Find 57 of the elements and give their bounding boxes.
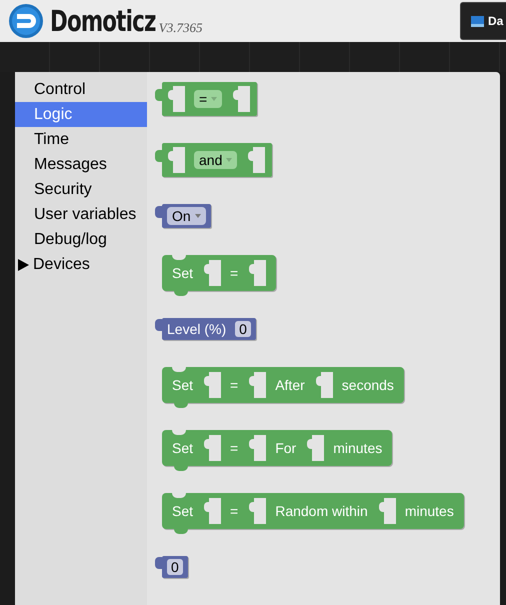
block-label: Set	[172, 503, 194, 519]
number-field[interactable]: 0	[235, 321, 251, 337]
category-item[interactable]: User variables	[15, 202, 147, 227]
input-slot	[202, 498, 222, 524]
category-item[interactable]: Messages	[15, 152, 147, 177]
caret-icon	[211, 97, 218, 101]
nav-button[interactable]: Da	[460, 2, 506, 40]
value-block[interactable]: and	[162, 143, 272, 177]
input-slot	[231, 86, 250, 112]
block-label: For	[275, 440, 296, 456]
monitor-icon	[471, 16, 484, 26]
value-block[interactable]: =	[162, 82, 258, 116]
block-label: Set	[172, 377, 194, 393]
brand-name: Domoticz	[50, 4, 156, 38]
category-item[interactable]: Time	[15, 127, 147, 152]
dropdown[interactable]: and	[194, 151, 238, 169]
category-item[interactable]: Logic	[15, 102, 147, 127]
input-slot	[202, 372, 222, 398]
block-label: Level (%)	[167, 321, 226, 337]
input-slot	[247, 435, 266, 461]
dropdown[interactable]: On	[167, 207, 206, 225]
input-slot	[202, 435, 222, 461]
block-label: minutes	[333, 440, 382, 456]
input-slot	[166, 86, 185, 112]
category-item[interactable]: Devices	[15, 252, 147, 277]
input-slot	[305, 435, 324, 461]
category-item[interactable]: Debug/log	[15, 227, 147, 252]
input-slot	[247, 372, 266, 398]
value-block[interactable]: Level (%) 0	[162, 318, 256, 340]
number-field[interactable]: 0	[167, 559, 183, 575]
caret-icon	[226, 158, 232, 162]
block-label: Set	[172, 265, 194, 281]
input-slot	[166, 147, 185, 173]
category-item[interactable]: Security	[15, 177, 147, 202]
input-slot	[247, 260, 266, 286]
block-label: =	[230, 440, 238, 456]
triangle-icon	[18, 258, 29, 270]
block-label: Random within	[275, 503, 368, 519]
block-label: =	[230, 377, 238, 393]
input-slot	[314, 372, 333, 398]
logo-icon	[8, 3, 44, 39]
input-slot	[246, 147, 266, 173]
input-slot	[247, 498, 266, 524]
block-label: After	[275, 377, 305, 393]
block-label: =	[230, 265, 238, 281]
block-label: seconds	[342, 377, 394, 393]
category-item[interactable]: Control	[15, 77, 147, 102]
block-label: =	[230, 503, 238, 519]
input-slot	[202, 260, 222, 286]
caret-icon	[194, 214, 201, 218]
input-slot	[376, 498, 396, 524]
block-label: Set	[172, 440, 194, 456]
block-label: minutes	[404, 503, 454, 519]
version-label: V3.7365	[158, 20, 202, 36]
value-block[interactable]: 0	[162, 556, 188, 578]
value-block[interactable]: On	[162, 204, 211, 228]
dropdown[interactable]: =	[194, 90, 222, 108]
